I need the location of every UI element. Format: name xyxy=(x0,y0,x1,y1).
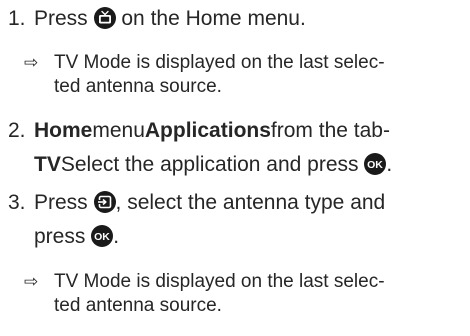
note-2-line-2: ted antenna source. xyxy=(54,295,222,316)
step-3: 3. Press , select the antenna type and xyxy=(8,186,385,219)
step-2: 2. HomemenuApplicationsfrom the tab- xyxy=(8,114,390,147)
step-number: 1. xyxy=(8,7,26,30)
step-1: 1. Press on the Home menu. xyxy=(8,2,306,35)
applications-label: Applications xyxy=(144,119,271,142)
result-arrow-icon: ⇨ xyxy=(24,53,39,73)
step-1-text-before: Press xyxy=(34,7,88,30)
step-3-line-2: press xyxy=(34,225,86,248)
step-3-end: . xyxy=(113,225,120,248)
step-number: 3. xyxy=(8,191,26,214)
select-app-text: Select the application and press xyxy=(60,153,359,176)
note-1-line-1: TV Mode is displayed on the last selec- xyxy=(54,52,385,73)
note-1: ⇨ TV Mode is displayed on the last selec- xyxy=(24,51,385,75)
step-1-text-after: on the Home menu. xyxy=(121,7,306,30)
ok-button-icon: OK xyxy=(364,153,387,175)
tv-label: TV xyxy=(34,153,61,176)
note-2: ⇨ TV Mode is displayed on the last selec- xyxy=(24,270,385,294)
note-1-line-2: ted antenna source. xyxy=(54,76,222,97)
note-2-continuation: ted antenna source. xyxy=(54,294,222,318)
input-source-icon xyxy=(93,191,116,213)
ok-icon-label: OK xyxy=(94,231,110,243)
from-tab-text: from the tab- xyxy=(270,119,390,142)
home-label: Home xyxy=(34,119,93,142)
menu-text: menu xyxy=(92,119,145,142)
step-3-continuation: press OK . xyxy=(34,220,119,253)
step-3-text-before: Press xyxy=(34,191,88,214)
result-arrow-icon: ⇨ xyxy=(24,272,39,292)
step-number: 2. xyxy=(8,119,26,142)
ok-button-icon: OK xyxy=(91,225,114,247)
step-2-end: . xyxy=(386,153,393,176)
tv-home-icon xyxy=(93,7,116,29)
note-2-line-1: TV Mode is displayed on the last selec- xyxy=(54,271,385,292)
step-3-text-after: , select the antenna type and xyxy=(115,191,386,214)
step-2-continuation: TVSelect the application and press OK . xyxy=(34,148,392,181)
note-1-continuation: ted antenna source. xyxy=(54,75,222,99)
ok-icon-label: OK xyxy=(368,159,384,171)
